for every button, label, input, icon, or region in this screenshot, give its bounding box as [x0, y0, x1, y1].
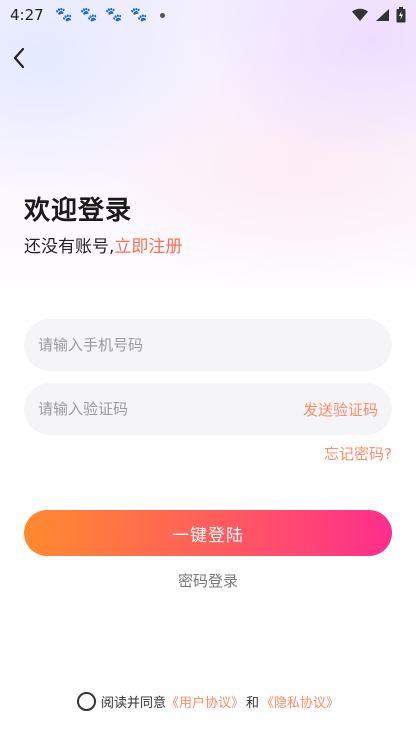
code-field[interactable]: 发送验证码: [24, 383, 392, 435]
status-bar: 4:27 🐾 🐾 🐾 🐾: [0, 0, 416, 30]
agreement-row: 阅读并同意 《用户协议》 和 《隐私协议》: [0, 692, 416, 711]
privacy-agreement-link[interactable]: 《隐私协议》: [261, 692, 339, 711]
baidu-app-icon: 🐾: [79, 7, 98, 23]
agreement-radio[interactable]: [76, 692, 96, 711]
agreement-and-text: 和: [246, 696, 260, 711]
password-login-link[interactable]: 密码登录: [0, 570, 416, 591]
send-code-button[interactable]: 发送验证码: [303, 399, 378, 420]
no-account-text: 还没有账号,: [24, 237, 115, 257]
header-gradient-background: [0, 0, 416, 330]
verification-code-input[interactable]: [38, 400, 303, 418]
baidu-app-icon: 🐾: [129, 7, 148, 23]
baidu-app-icon: 🐾: [104, 7, 123, 23]
register-link[interactable]: 立即注册: [114, 237, 182, 257]
chevron-left-icon: [13, 47, 25, 69]
forgot-password-link[interactable]: 忘记密码?: [324, 443, 392, 464]
user-agreement-link[interactable]: 《用户协议》: [166, 692, 244, 711]
cell-signal-icon: [376, 9, 389, 21]
baidu-app-icon: 🐾: [54, 7, 73, 23]
one-click-login-button[interactable]: 一键登陆: [24, 510, 392, 556]
agreement-prefix-text: 阅读并同意: [100, 696, 166, 711]
phone-field[interactable]: [24, 319, 392, 371]
wifi-icon: [352, 8, 368, 21]
battery-icon: [396, 7, 406, 23]
back-button[interactable]: [8, 44, 30, 72]
phone-input[interactable]: [38, 336, 378, 354]
status-time: 4:27: [10, 6, 44, 24]
page-title: 欢迎登录: [24, 196, 133, 226]
register-prompt: 还没有账号,立即注册: [24, 232, 182, 257]
notification-dot-icon: [159, 12, 165, 18]
